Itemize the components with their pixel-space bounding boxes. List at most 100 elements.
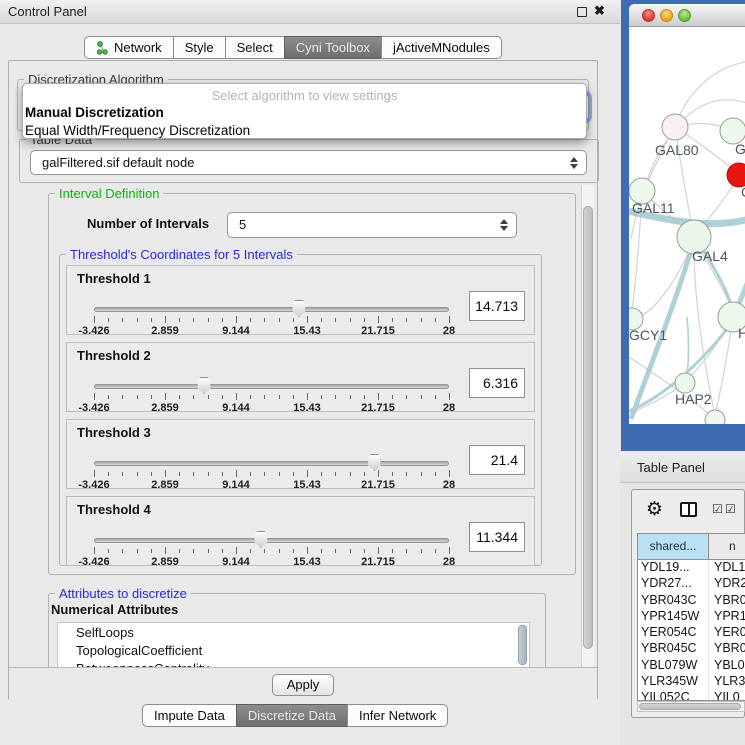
tab-cyni-toolbox[interactable]: Cyni Toolbox [284,36,382,59]
tab-network[interactable]: Network [84,36,174,59]
table-row[interactable]: YPR145WYPR1 [638,609,745,625]
checkbox-select-icon[interactable]: ☑ [712,502,723,516]
slider-thumb[interactable] [253,531,268,548]
tick-label: 15.43 [277,556,337,568]
scrollbar-thumb[interactable] [639,703,741,710]
dropdown-option-manual-discretization[interactable]: Manual Discretization [25,105,164,120]
zoom-traffic-light-icon[interactable] [678,9,691,22]
slider-track[interactable] [94,307,449,312]
threshold-value-field[interactable]: 11.344 [469,522,525,552]
minimize-traffic-light-icon[interactable] [660,9,673,22]
float-window-icon[interactable] [577,7,587,17]
tab-style[interactable]: Style [173,36,226,59]
tick-mark [435,318,436,322]
threshold-value-field[interactable]: 21.4 [469,445,525,475]
cell-name[interactable]: YIL0 [709,690,745,701]
cell-shared-name[interactable]: YBL079W [638,658,709,674]
table-row[interactable]: YIL052CYIL0 [638,690,745,701]
slider-track[interactable] [94,461,449,466]
tab-infer-network[interactable]: Infer Network [347,704,448,727]
tick-mark [364,318,365,322]
table-row[interactable]: YBR045CYBR0 [638,641,745,657]
tick-label: 21.715 [348,325,408,337]
attribute-list-item[interactable]: BetweennessCentrality [58,659,529,667]
table-row[interactable]: YBR043CYBR0 [638,593,745,609]
network-node-label: GAL4 [692,248,728,264]
cell-shared-name[interactable]: YER054C [638,625,709,641]
tick-mark [293,395,294,399]
tab-impute-data[interactable]: Impute Data [142,704,237,727]
attributes-scrollbar[interactable] [517,624,528,667]
threshold-value-field[interactable]: 14.713 [469,291,525,321]
slider-thumb[interactable] [291,300,306,317]
tab-select[interactable]: Select [225,36,285,59]
cell-name[interactable]: YER0 [709,625,745,641]
cell-shared-name[interactable]: YIL052C [638,690,709,701]
slider-track[interactable] [94,384,449,389]
table-row[interactable]: YLR345WYLR3 [638,674,745,690]
network-canvas[interactable]: GAL80GCGAL11GAL4GCY1HHAP2 [629,27,745,424]
scrollbar-thumb[interactable] [583,206,593,649]
tick-mark [193,395,194,399]
cell-shared-name[interactable]: YLR345W [638,674,709,690]
settings-vertical-scrollbar[interactable] [581,185,594,667]
cell-name[interactable]: YPR1 [709,609,745,625]
tick-label: 9.144 [206,479,266,491]
slider-thumb[interactable] [197,377,212,394]
cell-shared-name[interactable]: YDL19... [638,560,709,576]
slider-thumb[interactable] [367,454,382,471]
close-icon[interactable]: ✖ [594,3,605,19]
tab-label: Network [114,37,162,58]
cell-name[interactable]: YDR2 [709,576,745,592]
table-row[interactable]: YBL079WYBL0 [638,658,745,674]
cell-name[interactable]: YBR0 [709,641,745,657]
cell-shared-name[interactable]: YBR043C [638,593,709,609]
settings-footer: Apply [9,667,597,700]
tab-label: Cyni Toolbox [296,37,370,58]
table-row[interactable]: YER054CYER0 [638,625,745,641]
numerical-attributes-heading: Numerical Attributes [51,602,178,617]
attributes-groupbox: Attributes to discretize Numerical Attri… [48,593,546,667]
cell-shared-name[interactable]: YBR045C [638,641,709,657]
table-row[interactable]: YDL19...YDL1 [638,560,745,576]
table-row[interactable]: YDR27...YDR2 [638,576,745,592]
tick-label: 9.144 [206,402,266,414]
table-horizontal-scrollbar[interactable] [637,701,745,712]
cell-name[interactable]: YLR3 [709,674,745,690]
tick-mark [378,547,379,554]
tick-label: -3.426 [64,325,124,337]
dropdown-option-equal-width[interactable]: Equal Width/Frequency Discretization [25,123,250,138]
cell-shared-name[interactable]: YPR145W [638,609,709,625]
checkbox-select-all-icon[interactable]: ☑ [725,502,736,516]
threshold-value-field[interactable]: 6.316 [469,368,525,398]
table-data-combo[interactable]: galFiltered.sif default node [30,150,587,175]
apply-button[interactable]: Apply [272,674,334,696]
threshold-label: Threshold 2 [77,348,151,363]
column-header-name[interactable]: n [709,534,745,559]
cell-name[interactable]: YDL1 [709,560,745,576]
tab-discretize-data[interactable]: Discretize Data [236,704,348,727]
tab-jactivemnodules[interactable]: jActiveMNodules [381,36,502,59]
num-intervals-combo[interactable]: 5 [227,212,517,238]
tick-mark [151,318,152,322]
node-attribute-table[interactable]: shared... n YDL19...YDL1YDR27...YDR2YBR0… [637,533,745,701]
network-node[interactable] [662,114,688,140]
table-columns-icon[interactable] [680,502,697,517]
attribute-list-item[interactable]: SelfLoops [58,623,529,641]
network-node[interactable] [675,373,695,393]
tick-mark [264,395,265,399]
network-node[interactable] [705,410,725,424]
close-traffic-light-icon[interactable] [642,9,655,22]
column-header-shared-name[interactable]: shared... [638,534,709,559]
numerical-attributes-list[interactable]: SelfLoopsTopologicalCoefficientBetweenne… [57,622,530,667]
gear-icon[interactable]: ⚙ [646,498,663,521]
scrollbar-thumb[interactable] [518,625,527,665]
slider-track[interactable] [94,538,449,543]
dropdown-hint: Select algorithm to view settings [23,88,586,103]
cell-name[interactable]: YBR0 [709,593,745,609]
cell-shared-name[interactable]: YDR27... [638,576,709,592]
tick-mark [307,470,308,477]
attribute-list-item[interactable]: TopologicalCoefficient [58,641,529,659]
tick-mark [137,395,138,399]
cell-name[interactable]: YBL0 [709,658,745,674]
